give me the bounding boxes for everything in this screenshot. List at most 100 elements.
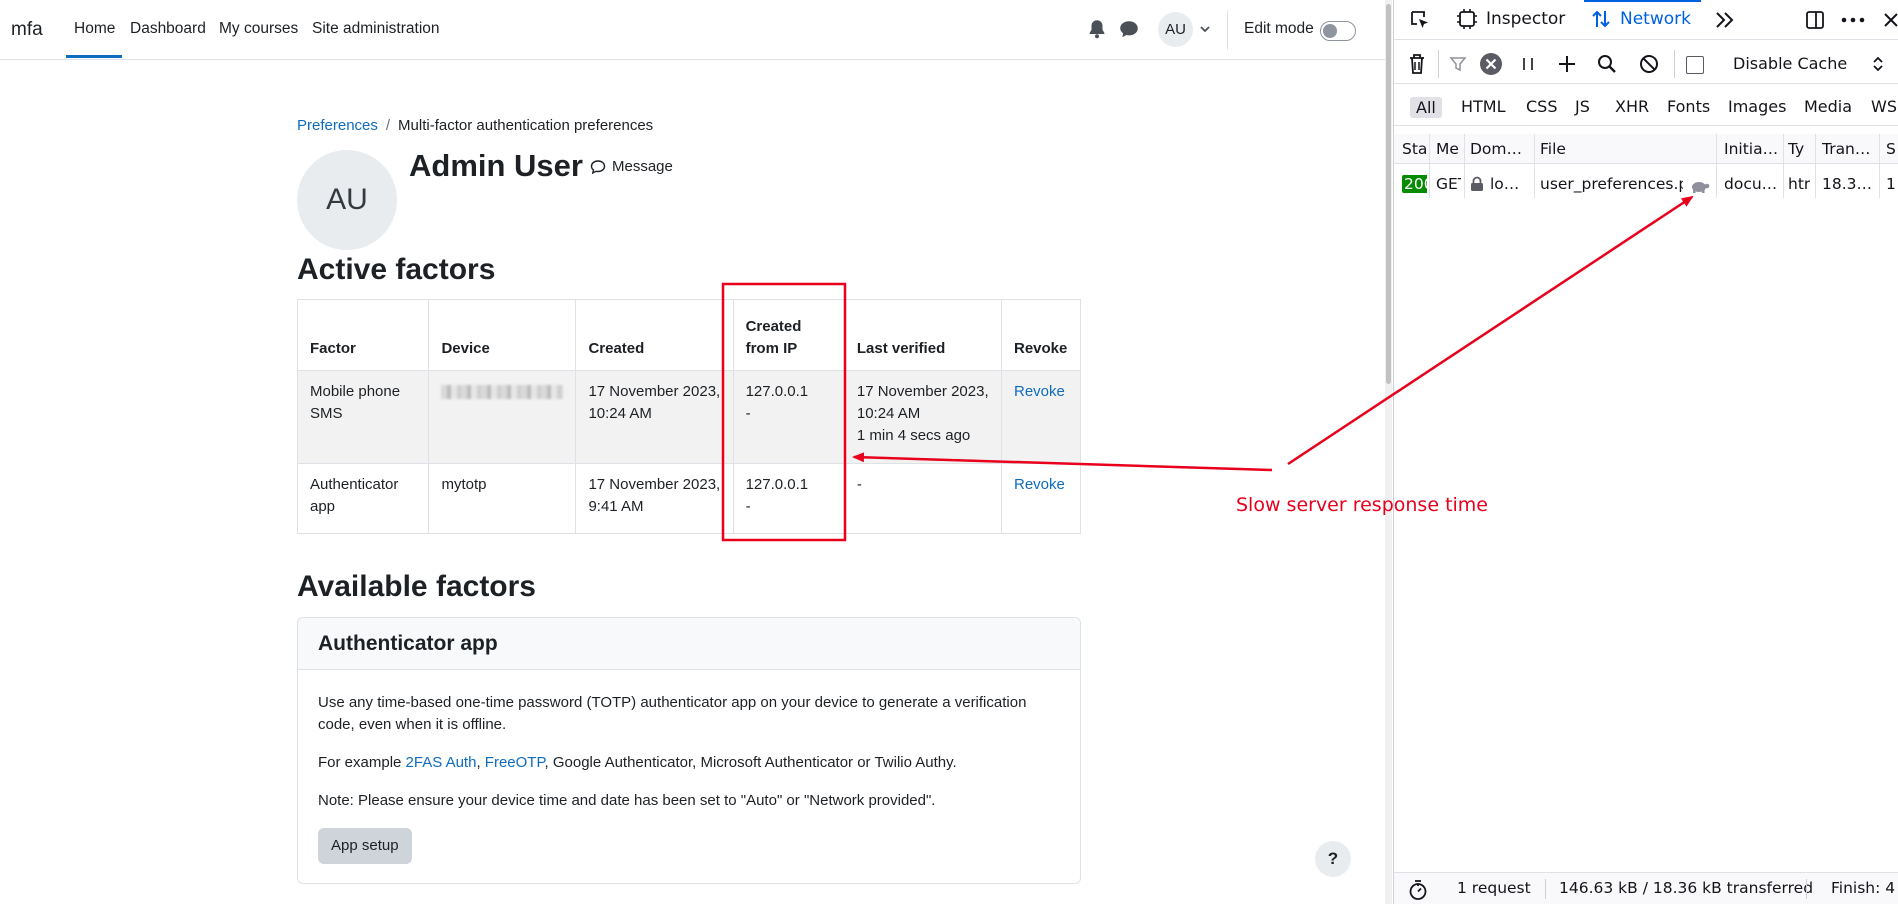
- col-file[interactable]: File: [1540, 140, 1700, 158]
- add-request-icon[interactable]: [1556, 53, 1578, 75]
- request-domain-text: lo…: [1490, 175, 1520, 193]
- clear-filter-icon[interactable]: [1479, 52, 1503, 76]
- block-requests-icon[interactable]: [1638, 53, 1660, 75]
- disable-cache-checkbox[interactable]: [1686, 56, 1704, 74]
- request-size: 1: [1886, 175, 1896, 193]
- ip-value: 127.0.0.1: [745, 383, 809, 400]
- network-tab-indicator: [1584, 0, 1701, 2]
- help-button[interactable]: ?: [1315, 841, 1351, 877]
- ip-sub: -: [745, 498, 751, 515]
- revoke-link[interactable]: Revoke: [1014, 476, 1065, 493]
- devtools-panel: Inspector Network Disable Cache All HTML…: [1393, 0, 1898, 904]
- card-examples: For example 2FAS Auth, FreeOTP, Google A…: [318, 752, 1060, 774]
- col-initiator[interactable]: Initia…: [1724, 140, 1780, 158]
- available-factors-heading: Available factors: [297, 570, 536, 603]
- col-method[interactable]: Me: [1436, 140, 1460, 158]
- col-transferred[interactable]: Tran…: [1822, 140, 1874, 158]
- active-factors-table: Factor Device Created Created from IP La…: [296, 299, 1082, 534]
- col-domain[interactable]: Dom…: [1470, 140, 1522, 158]
- page-scrollbar-thumb[interactable]: [1386, 4, 1391, 384]
- close-icon[interactable]: [1881, 10, 1898, 30]
- search-icon[interactable]: [1596, 53, 1618, 75]
- edit-mode-toggle[interactable]: [1320, 21, 1356, 41]
- finish-time: Finish: 4 s: [1831, 879, 1898, 897]
- breadcrumb-current: Multi-factor authentication preferences: [398, 117, 654, 134]
- trash-icon[interactable]: [1406, 52, 1428, 76]
- authenticator-app-card: Authenticator app Use any time-based one…: [297, 617, 1081, 884]
- request-type-filters: All HTML CSS JS XHR Fonts Images Media W…: [1394, 88, 1898, 126]
- cell-factor: Authenticator app: [296, 463, 430, 534]
- nav-home[interactable]: Home: [74, 20, 115, 38]
- filter-html[interactable]: HTML: [1461, 97, 1506, 116]
- filter-ws[interactable]: WS: [1871, 97, 1897, 116]
- link-2fas-auth[interactable]: 2FAS Auth: [406, 754, 477, 771]
- nav-site-administration[interactable]: Site administration: [312, 20, 440, 38]
- request-list-header: Sta Me Dom… File Initia… Ty Tran… S: [1394, 134, 1898, 198]
- redacted-phone-number: [441, 385, 564, 399]
- overflow-menu-icon[interactable]: [1840, 12, 1866, 28]
- filter-icon[interactable]: [1448, 54, 1468, 74]
- toggle-knob: [1323, 24, 1337, 38]
- breadcrumb: Preferences / Multi-factor authentication …: [297, 117, 653, 134]
- tab-network[interactable]: Network: [1590, 8, 1691, 30]
- lock-icon: [1471, 176, 1483, 191]
- network-toolbar: Disable Cache: [1394, 44, 1898, 84]
- filter-css[interactable]: CSS: [1526, 97, 1557, 116]
- more-tabs-chevron-icon[interactable]: [1714, 10, 1736, 30]
- disable-cache-label: Disable Cache: [1733, 54, 1848, 73]
- cell-revoke: Revoke: [1000, 463, 1082, 534]
- link-freeotp[interactable]: FreeOTP: [485, 754, 545, 771]
- col-status[interactable]: Sta: [1402, 140, 1426, 158]
- filter-media[interactable]: Media: [1804, 97, 1852, 116]
- bell-icon[interactable]: [1086, 18, 1108, 40]
- filter-all[interactable]: All: [1410, 97, 1442, 118]
- slow-turtle-icon: [1692, 182, 1710, 193]
- responsive-design-icon[interactable]: [1804, 9, 1826, 31]
- app-setup-button[interactable]: App setup: [318, 828, 412, 864]
- col-type[interactable]: Ty: [1788, 140, 1808, 158]
- speech-bubble-icon: [590, 159, 606, 174]
- request-status: 200: [1402, 175, 1427, 193]
- profile-avatar: AU: [297, 150, 397, 250]
- cell-device: [428, 370, 577, 464]
- nav-my-courses[interactable]: My courses: [219, 20, 298, 38]
- table-row: Mobile phone SMS 17 November 2023, 10:24…: [296, 370, 1082, 464]
- filter-js[interactable]: JS: [1575, 97, 1590, 116]
- request-domain: lo…: [1470, 175, 1532, 193]
- ip-value: 127.0.0.1: [745, 476, 809, 493]
- top-navbar: mfa Home Dashboard My courses Site admin…: [0, 0, 1385, 60]
- col-header-revoke: Revoke: [1000, 299, 1082, 371]
- request-method: GET: [1436, 175, 1461, 193]
- message-label: Message: [612, 158, 673, 175]
- col-size[interactable]: S: [1886, 140, 1898, 158]
- nav-dashboard[interactable]: Dashboard: [130, 20, 206, 38]
- revoke-link[interactable]: Revoke: [1014, 383, 1065, 400]
- message-button[interactable]: Message: [590, 158, 673, 175]
- filter-images[interactable]: Images: [1728, 97, 1786, 116]
- throttling-dropdown-icon[interactable]: [1870, 54, 1886, 74]
- filter-fonts[interactable]: Fonts: [1667, 97, 1710, 116]
- tab-inspector[interactable]: Inspector: [1456, 8, 1565, 30]
- card-description: Use any time-based one-time password (TO…: [318, 694, 1027, 733]
- cell-revoke: Revoke: [1000, 370, 1082, 464]
- element-picker-icon[interactable]: [1408, 8, 1432, 32]
- request-file: user_preferences.p: [1540, 175, 1683, 193]
- filter-xhr[interactable]: XHR: [1615, 97, 1649, 116]
- examples-suffix: , Google Authenticator, Microsoft Authen…: [544, 754, 957, 771]
- site-brand[interactable]: mfa: [11, 19, 43, 41]
- stopwatch-icon[interactable]: [1408, 879, 1428, 901]
- request-initiator: docu…: [1724, 175, 1778, 193]
- chevron-down-icon[interactable]: [1198, 22, 1212, 36]
- cell-device: mytotp: [428, 463, 577, 534]
- request-row[interactable]: 200 GET lo… user_preferences.p docu… htr…: [1394, 170, 1898, 200]
- pause-icon[interactable]: [1518, 54, 1538, 74]
- moodle-page: mfa Home Dashboard My courses Site admin…: [0, 0, 1392, 904]
- devtools-toolbar: Inspector Network: [1394, 0, 1898, 40]
- annotation-label: Slow server response time: [1236, 494, 1488, 516]
- breadcrumb-preferences-link[interactable]: Preferences: [297, 117, 378, 134]
- request-count: 1 request: [1457, 879, 1531, 897]
- edit-mode-label: Edit mode: [1244, 20, 1314, 37]
- user-menu-avatar[interactable]: AU: [1158, 12, 1193, 47]
- messages-icon[interactable]: [1118, 18, 1140, 40]
- table-header-row: Factor Device Created Created from IP La…: [296, 299, 1082, 371]
